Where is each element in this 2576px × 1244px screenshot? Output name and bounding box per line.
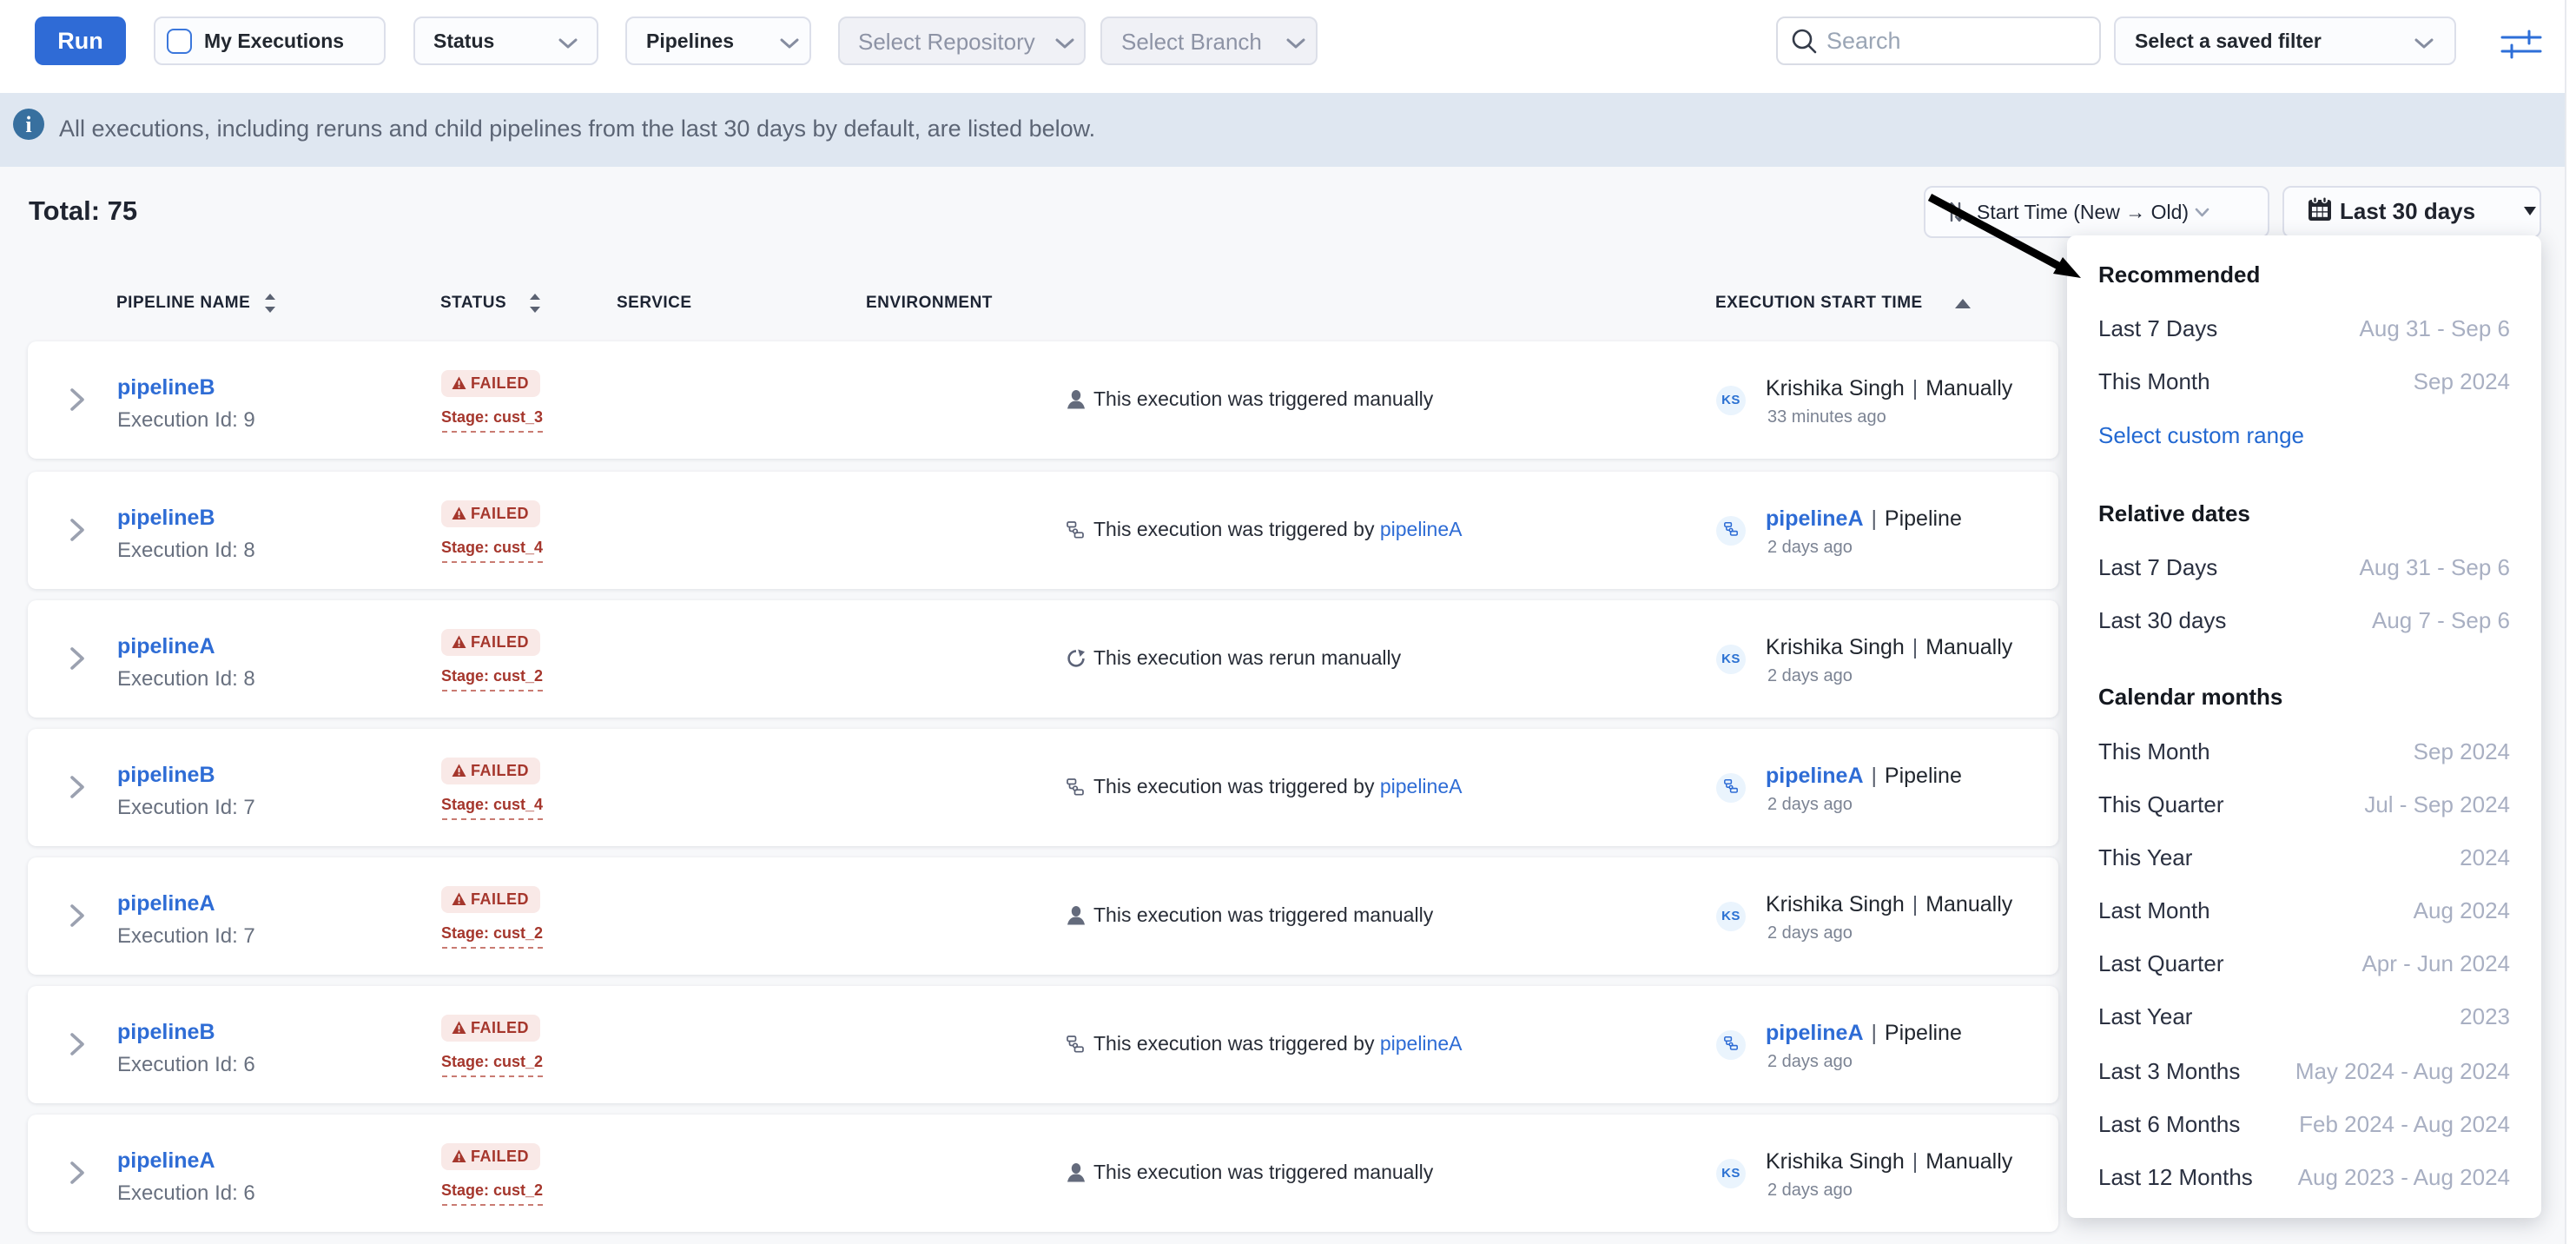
svg-text:i: i xyxy=(25,112,31,137)
